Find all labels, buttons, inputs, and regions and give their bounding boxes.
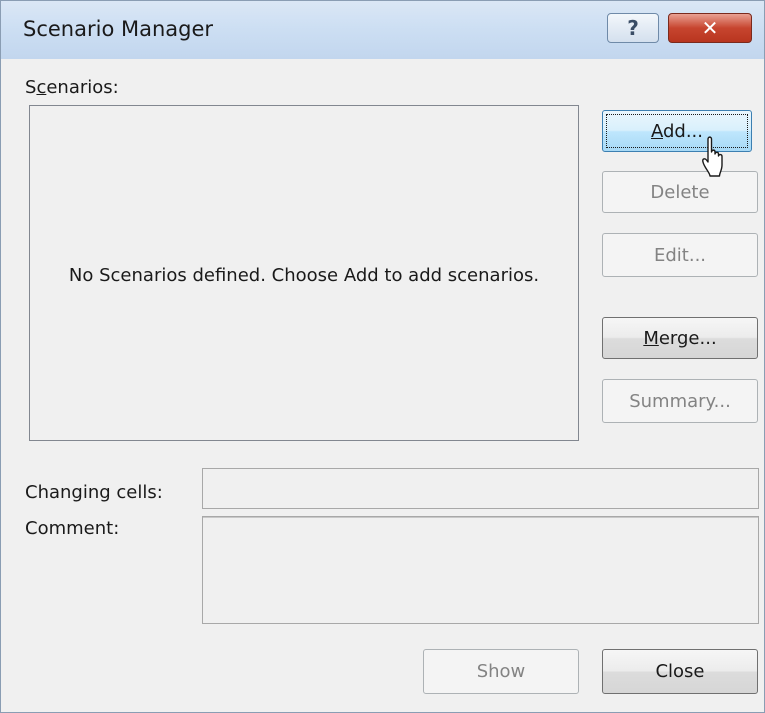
changing-cells-field[interactable] — [202, 468, 759, 509]
scenario-manager-dialog: Scenario Manager ? ✕ Scenarios: No Scena… — [0, 0, 765, 713]
window-close-button[interactable]: ✕ — [668, 13, 752, 43]
add-button[interactable]: Add... — [602, 110, 752, 152]
comment-inner-border — [203, 517, 758, 623]
summary-button[interactable]: Summary... — [602, 379, 758, 423]
window-title: Scenario Manager — [23, 17, 214, 41]
delete-button[interactable]: Delete — [602, 171, 758, 213]
empty-list-message: No Scenarios defined. Choose Add to add … — [68, 264, 540, 286]
mouse-pointer-icon — [702, 136, 723, 177]
comment-label: Comment: — [25, 518, 120, 539]
show-button[interactable]: Show — [423, 649, 579, 694]
close-button-label: Close — [655, 661, 705, 682]
close-button[interactable]: Close — [602, 649, 758, 694]
help-button[interactable]: ? — [607, 13, 659, 43]
scenarios-list[interactable]: No Scenarios defined. Choose Add to add … — [29, 105, 579, 441]
show-button-label: Show — [476, 661, 526, 682]
changing-cells-label: Changing cells: — [25, 482, 163, 503]
merge-button-label: Merge... — [643, 327, 717, 349]
edit-button[interactable]: Edit... — [602, 233, 758, 277]
comment-field[interactable] — [202, 516, 759, 624]
title-bar[interactable]: Scenario Manager ? ✕ — [1, 1, 764, 59]
delete-button-label: Delete — [650, 181, 710, 203]
merge-button[interactable]: Merge... — [602, 317, 758, 359]
summary-button-label: Summary... — [629, 390, 731, 412]
scenarios-label: Scenarios: — [25, 77, 119, 98]
edit-button-label: Edit... — [653, 244, 707, 266]
help-icon: ? — [627, 16, 639, 40]
close-icon: ✕ — [701, 16, 719, 40]
